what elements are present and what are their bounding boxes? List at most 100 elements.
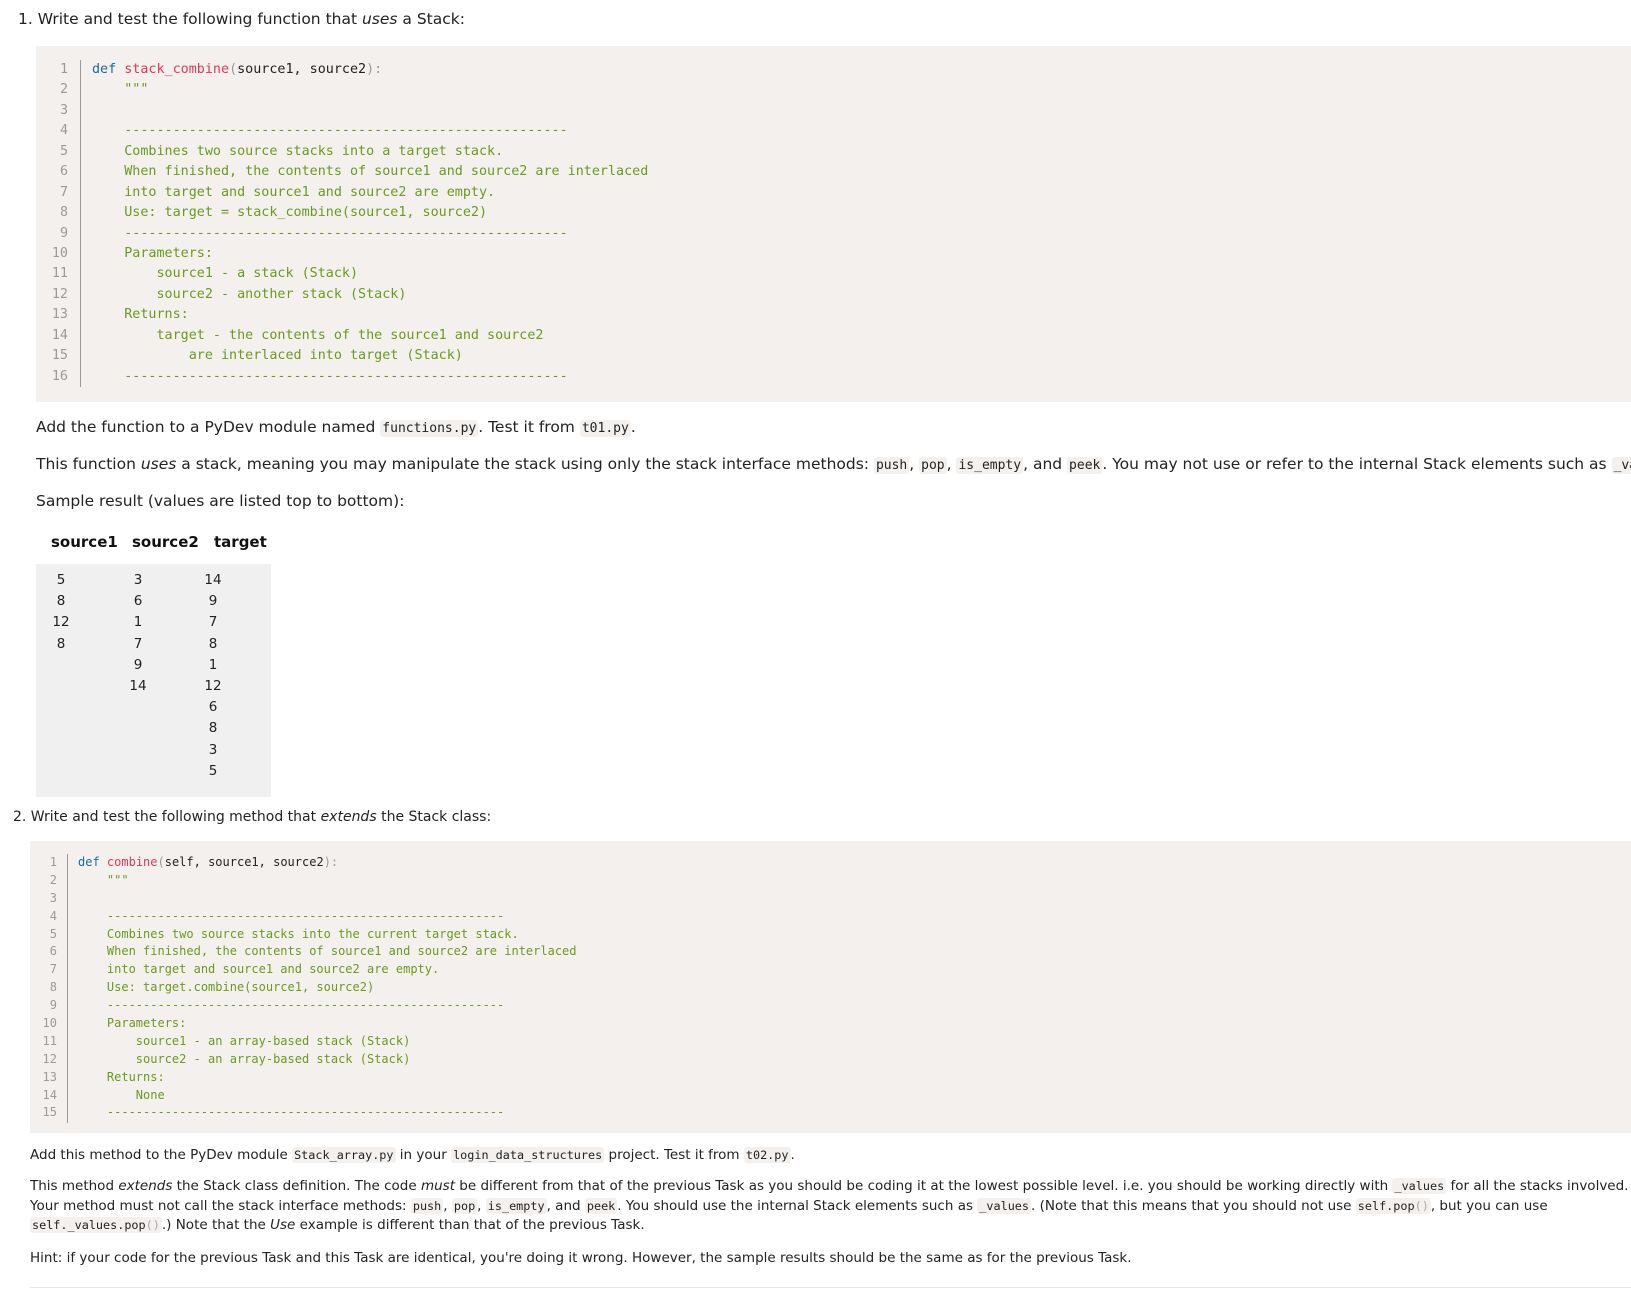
docstring-text: Combines two source stacks into the curr…	[78, 926, 519, 941]
table-cell-target: 9	[208, 593, 218, 610]
table-cell-target: 7	[208, 614, 218, 631]
task1-module-paragraph: Add the function to a PyDev module named…	[36, 418, 636, 437]
line-number: 5	[59, 143, 68, 159]
open-paren: (	[229, 62, 238, 77]
inline-code-push: push	[873, 457, 910, 474]
line-number: 13	[51, 307, 68, 323]
code-text: None	[78, 1087, 165, 1105]
code-text: def combine(self, source1, source2):	[78, 854, 338, 872]
open-paren: (	[157, 855, 165, 869]
code-text: Use: target = stack_combine(source1, sou…	[92, 203, 487, 223]
inline-code-peek: peek	[1067, 457, 1103, 474]
line-number: 13	[42, 1069, 57, 1084]
docstring-text: """	[92, 82, 149, 98]
code-text: ----------------------------------------…	[92, 224, 567, 244]
parameters: source1, source2	[237, 62, 367, 77]
table-cell-source1: 12	[52, 614, 70, 631]
docstring-text: Use: target.combine(source1, source2)	[78, 980, 375, 995]
code-text: Combines two source stacks into the curr…	[78, 926, 519, 944]
line-number: 5	[49, 926, 57, 941]
inline-code-peek: peek	[584, 1197, 618, 1214]
code-block-stack-combine: 1 def stack_combine(source1, source2): 2 "…	[36, 46, 1631, 402]
docstring-text: """	[78, 872, 129, 887]
close-paren-colon: ):	[323, 855, 339, 869]
line-number: 16	[51, 368, 68, 384]
code-text: ----------------------------------------…	[78, 908, 504, 926]
inline-code-self-values-pop: self._values.pop()	[30, 1217, 162, 1233]
code-text: """	[78, 872, 129, 890]
table-cell-target: 3	[208, 741, 218, 758]
table-cell-target: 8	[208, 720, 218, 737]
docstring-text: Combines two source stacks into a target…	[92, 143, 504, 159]
docstring-text: None	[78, 1087, 165, 1102]
horizontal-divider	[30, 1287, 1631, 1288]
table-cell-source2: 6	[133, 593, 143, 610]
docstring-text: into target and source1 and source2 are …	[92, 184, 496, 200]
table-cell-source1: 8	[56, 635, 66, 652]
table-cell-target: 6	[208, 699, 218, 716]
line-number: 10	[42, 1016, 57, 1031]
line-number: 6	[49, 944, 57, 959]
table-cell-target: 5	[208, 762, 218, 779]
code-text: into target and source1 and source2 are …	[92, 183, 495, 203]
table-cell-source1: 5	[56, 572, 66, 588]
task1-uses-paragraph: This function uses a stack, meaning you …	[36, 454, 1631, 476]
keyword-def: def	[78, 855, 100, 869]
inline-code-stack-array-py: Stack_array.py	[292, 1147, 396, 1163]
inline-code-values: _values	[977, 1197, 1032, 1214]
docstring-text: Returns:	[78, 1069, 165, 1084]
code-text: source2 - an array-based stack (Stack)	[78, 1051, 411, 1069]
line-number: 4	[49, 908, 57, 923]
docstring-text: When finished, the contents of source1 a…	[78, 944, 577, 959]
line-number: 14	[42, 1087, 57, 1102]
line-number: 2	[49, 872, 57, 887]
line-number: 11	[42, 1033, 57, 1048]
function-name: combine	[106, 855, 158, 869]
docstring-text: ----------------------------------------…	[92, 123, 568, 139]
task2-extends-paragraph: This method extends the Stack class defi…	[30, 1178, 1629, 1233]
task2-hint: Hint: if your code for the previous Task…	[30, 1250, 1132, 1266]
code-text: """	[92, 80, 148, 100]
line-number-gutter-divider	[67, 854, 68, 1123]
line-number: 8	[49, 980, 57, 995]
docstring-text: When finished, the contents of source1 a…	[92, 164, 649, 180]
task1-heading: 1. Write and test the following function…	[18, 10, 465, 28]
code-text: ----------------------------------------…	[92, 367, 567, 387]
line-number: 2	[59, 82, 68, 98]
line-number: 12	[42, 1051, 57, 1066]
code-text: def stack_combine(source1, source2):	[92, 60, 382, 80]
line-number: 7	[59, 184, 68, 200]
docstring-text: source2 - another stack (Stack)	[92, 286, 407, 302]
table-cell-source2: 1	[133, 614, 143, 631]
line-number: 7	[49, 962, 57, 977]
table-cell-target: 12	[204, 678, 222, 694]
inline-code-login-data-structures: login_data_structures	[451, 1147, 605, 1163]
line-number: 8	[59, 205, 68, 221]
docstring-text: are interlaced into target (Stack)	[92, 348, 463, 364]
line-number: 9	[49, 998, 57, 1013]
table-cell-target: 8	[208, 635, 218, 652]
table-cell-target: 1	[208, 656, 218, 673]
sample-table-body: 5 8 12 8 3 6 1 7 9 14 14 9 7 8 1 12 6 8 3 5	[36, 564, 271, 797]
inline-code-functions-py: functions.py	[380, 420, 479, 437]
line-number: 10	[51, 245, 68, 261]
inline-code-pop: pop	[919, 457, 947, 474]
code-text: target - the contents of the source1 and…	[92, 326, 543, 346]
code-text: Parameters:	[92, 244, 213, 264]
column-header-target: target	[214, 533, 267, 551]
inline-code-t01-py: t01.py	[579, 420, 631, 437]
inline-code-is-empty: is_empty	[485, 1197, 547, 1214]
column-header-source1: source1	[51, 533, 118, 551]
table-cell-target: 14	[204, 572, 222, 588]
code-text: into target and source1 and source2 are …	[78, 961, 439, 979]
line-number: 3	[59, 102, 68, 118]
line-number: 4	[59, 123, 68, 139]
code-text: are interlaced into target (Stack)	[92, 346, 463, 366]
inline-code-push: push	[410, 1197, 444, 1214]
docstring-text: Parameters:	[92, 245, 213, 261]
line-number-gutter-divider	[80, 60, 81, 387]
line-number: 6	[59, 164, 68, 180]
inline-code-values: _values	[1392, 1178, 1447, 1194]
docstring-text: ----------------------------------------…	[78, 1105, 505, 1120]
line-number: 1	[49, 855, 57, 869]
